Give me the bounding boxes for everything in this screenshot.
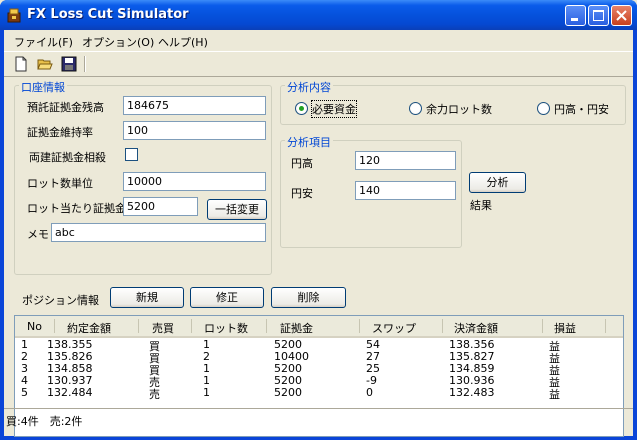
table-row[interactable]: 5 132.484 売 1 5200 0 132.483 益 (15, 386, 623, 401)
col-pnl[interactable]: 損益 (554, 320, 576, 336)
minimize-icon (571, 18, 578, 21)
col-no[interactable]: No (27, 320, 42, 333)
minimize-button[interactable] (565, 5, 586, 26)
column-divider[interactable] (191, 319, 192, 333)
table-header: No 約定金額 売買 ロット数 証拠金 スワップ 決済金額 損益 (15, 316, 623, 338)
title-bar[interactable]: FX Loss Cut Simulator (0, 0, 637, 30)
maximize-icon (593, 10, 604, 21)
status-bar: 買:4件 売:2件 (4, 408, 633, 431)
table-row[interactable]: 2 135.826 買 2 10400 27 135.827 益 (15, 350, 623, 365)
maximize-button[interactable] (588, 5, 609, 26)
table-row[interactable]: 1 138.355 買 1 5200 54 138.356 益 (15, 338, 623, 353)
memo-input[interactable]: abc (51, 223, 266, 242)
cell-contract-price: 132.484 (47, 386, 93, 399)
col-swap[interactable]: スワップ (372, 320, 416, 336)
yen-high-label: 円高 (291, 157, 313, 170)
table-row[interactable]: 4 130.937 売 1 5200 -9 130.936 益 (15, 374, 623, 389)
radio-yen-high-low-label[interactable]: 円高・円安 (554, 101, 609, 117)
yen-low-input[interactable]: 140 (355, 181, 456, 200)
open-folder-icon[interactable] (36, 55, 54, 73)
lot-unit-input[interactable]: 10000 (123, 172, 266, 191)
toolbar (4, 51, 633, 76)
account-info-group: 口座情報 預託証拠金残高 184675 証拠金維持率 100 両建証拠金相殺 ロ… (14, 79, 272, 275)
col-side[interactable]: 売買 (152, 320, 174, 336)
radio-required-funds[interactable] (295, 102, 308, 115)
positions-label: ポジション情報 (22, 294, 99, 307)
main-content: 口座情報 預託証拠金残高 184675 証拠金維持率 100 両建証拠金相殺 ロ… (4, 76, 633, 437)
bulk-change-button[interactable]: 一括変更 (207, 199, 267, 220)
offset-label: 両建証拠金相殺 (29, 151, 106, 164)
status-text: 買:4件 売:2件 (6, 415, 83, 428)
column-divider[interactable] (359, 319, 360, 333)
delete-position-button[interactable]: 削除 (271, 287, 346, 308)
menu-file[interactable]: ファイル(F) (14, 34, 73, 50)
margin-per-lot-input[interactable]: 5200 (123, 197, 198, 216)
column-divider[interactable] (442, 319, 443, 333)
col-contract-price[interactable]: 約定金額 (67, 320, 111, 336)
radio-spare-lots-label[interactable]: 余力ロット数 (426, 101, 492, 117)
account-info-title: 口座情報 (19, 79, 67, 95)
window-title: FX Loss Cut Simulator (27, 7, 189, 22)
yen-low-label: 円安 (291, 187, 313, 200)
column-divider[interactable] (266, 319, 267, 333)
radio-required-funds-label[interactable]: 必要資金 (311, 100, 357, 118)
column-divider[interactable] (605, 319, 606, 333)
save-disk-icon[interactable] (60, 55, 78, 73)
radio-spare-lots[interactable] (409, 102, 422, 115)
analysis-items-group: 分析項目 円高 120 円安 140 (280, 134, 462, 248)
maintenance-rate-label: 証拠金維持率 (27, 126, 93, 139)
edit-position-button[interactable]: 修正 (190, 287, 264, 308)
analysis-content-group: 分析内容 必要資金 余力ロット数 円高・円安 (280, 79, 626, 125)
cell-no: 5 (21, 386, 28, 399)
margin-per-lot-label: ロット当たり証拠金 (27, 202, 126, 215)
cell-lots: 1 (203, 386, 210, 399)
analysis-content-title: 分析内容 (285, 79, 333, 95)
radio-yen-high-low[interactable] (537, 102, 550, 115)
close-icon (616, 10, 627, 21)
balance-label: 預託証拠金残高 (27, 101, 104, 114)
new-position-button[interactable]: 新規 (110, 287, 184, 308)
offset-checkbox[interactable] (125, 148, 138, 161)
cell-side: 売 (149, 388, 160, 401)
client-area: ファイル(F) オプション(O) ヘルプ(H) 口座情報 預託証拠金残高 184… (4, 30, 633, 437)
col-lots[interactable]: ロット数 (204, 320, 248, 336)
analysis-items-title: 分析項目 (285, 134, 333, 150)
menu-help[interactable]: ヘルプ(H) (158, 34, 208, 50)
column-divider[interactable] (138, 319, 139, 333)
close-button[interactable] (611, 5, 632, 26)
memo-label: メモ (27, 228, 49, 241)
cell-swap: 0 (366, 386, 373, 399)
col-settle-price[interactable]: 決済金額 (454, 320, 498, 336)
result-label: 結果 (470, 199, 492, 212)
analyze-button[interactable]: 分析 (469, 172, 526, 193)
balance-input[interactable]: 184675 (123, 96, 266, 115)
app-icon (7, 8, 21, 23)
app-window: FX Loss Cut Simulator ファイル(F) オプション(O) ヘ… (0, 0, 637, 440)
column-divider[interactable] (542, 319, 543, 333)
col-margin[interactable]: 証拠金 (280, 320, 313, 336)
cell-margin: 5200 (274, 386, 302, 399)
cell-pnl: 益 (549, 388, 560, 401)
yen-high-input[interactable]: 120 (355, 151, 456, 170)
new-file-icon[interactable] (12, 55, 30, 73)
table-row[interactable]: 3 134.858 買 1 5200 25 134.859 益 (15, 362, 623, 377)
cell-settle-price: 132.483 (449, 386, 495, 399)
lot-unit-label: ロット数単位 (27, 177, 93, 190)
maintenance-rate-input[interactable]: 100 (123, 121, 266, 140)
menu-bar: ファイル(F) オプション(O) ヘルプ(H) (4, 30, 633, 50)
menu-options[interactable]: オプション(O) (82, 34, 154, 50)
toolbar-separator (84, 56, 86, 72)
column-divider[interactable] (54, 319, 55, 333)
